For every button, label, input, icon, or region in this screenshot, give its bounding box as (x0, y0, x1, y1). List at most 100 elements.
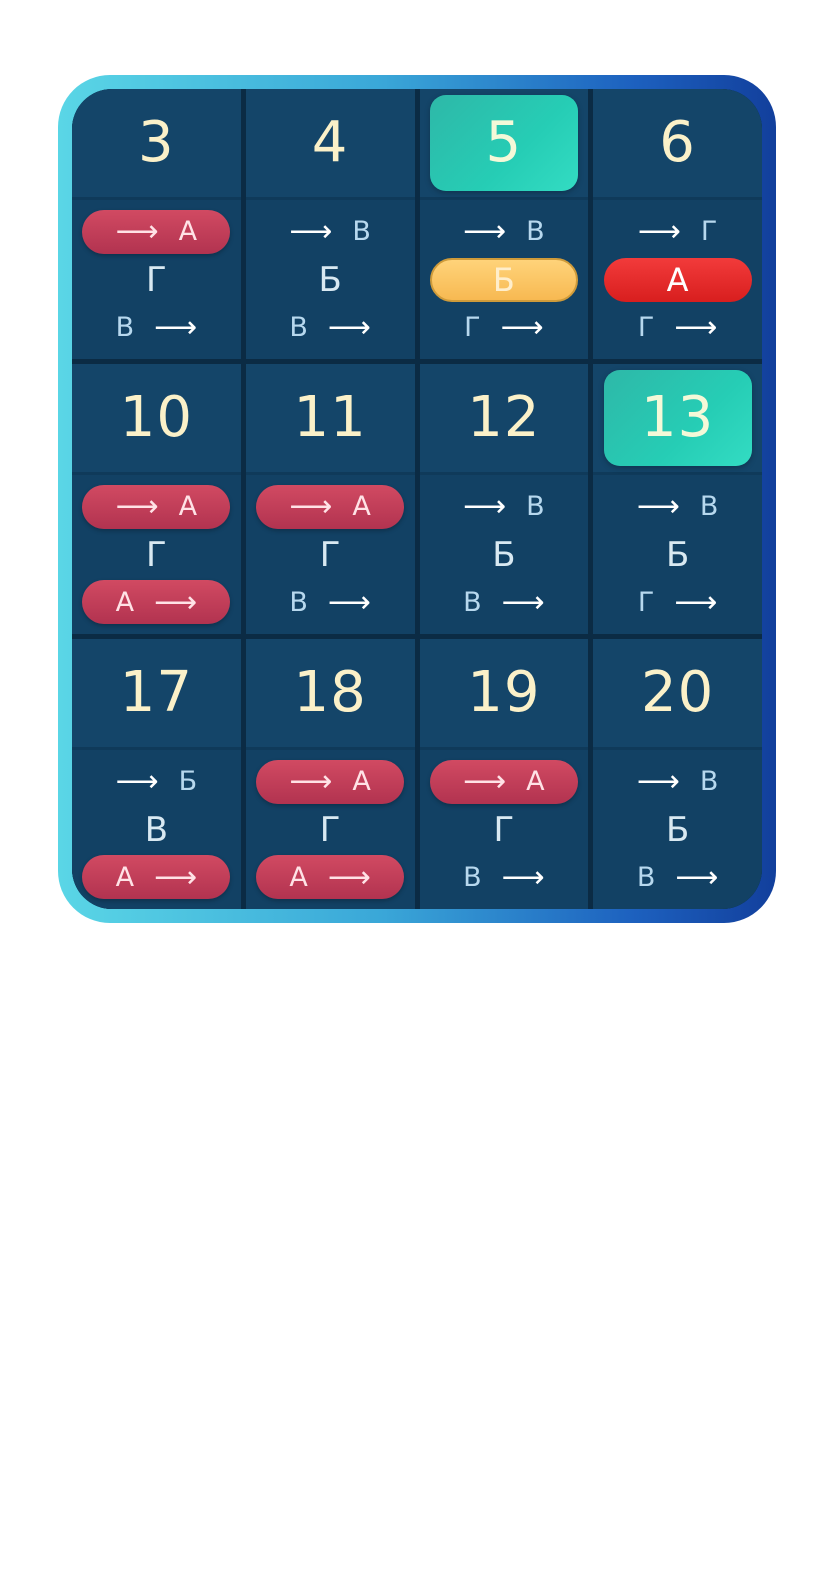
day-number[interactable]: 17 (120, 665, 193, 721)
day-number[interactable]: 12 (467, 390, 540, 446)
shift-letter: Г (319, 534, 341, 575)
day-header: 20 (593, 639, 762, 750)
day-header: 11 (245, 364, 415, 475)
shift-row-bottom[interactable]: А ⟶ (82, 855, 231, 900)
shift-row-middle: Б (604, 533, 752, 577)
calendar-day-cell[interactable]: 12 ⟶ В Б В ⟶ (419, 364, 589, 634)
shift-row-middle[interactable]: А (603, 257, 752, 302)
shift-row-top[interactable]: ⟶ А (82, 209, 231, 254)
right-arrow-icon: ⟶ (289, 764, 333, 800)
shift-row-middle: Б (430, 533, 578, 577)
right-arrow-icon: ⟶ (327, 859, 371, 895)
calendar-frame: 3 ⟶ А Г В ⟶ 4 ⟶ В Б В ⟶ 5 ⟶ В Б Г ⟶ 6 ⟶ Г А Г ⟶ 10 ⟶ А Г А ⟶ 11 ⟶ А Г В ⟶ 12… (58, 75, 776, 923)
shift-row-middle: Г (256, 808, 404, 852)
shift-row-middle[interactable]: Б (429, 257, 578, 302)
calendar-day-cell[interactable]: 11 ⟶ А Г В ⟶ (245, 364, 415, 634)
right-arrow-icon: ⟶ (115, 489, 159, 525)
shift-letter: В (289, 311, 308, 343)
day-number-active[interactable]: 5 (429, 95, 578, 191)
day-header: 4 (245, 89, 415, 200)
shift-row-top[interactable]: ⟶ А (256, 484, 405, 529)
shift-letter: А (352, 766, 371, 798)
shift-letter: А (289, 861, 308, 893)
shift-letter: А (115, 586, 135, 618)
calendar-day-cell[interactable]: 19 ⟶ А Г В ⟶ (419, 639, 589, 909)
right-arrow-icon: ⟶ (463, 489, 507, 525)
day-header: 17 (72, 639, 241, 750)
right-arrow-icon: ⟶ (327, 309, 371, 345)
right-arrow-icon: ⟶ (636, 764, 680, 800)
day-number-active[interactable]: 13 (603, 370, 752, 466)
shift-letter: В (636, 861, 656, 893)
shift-letter: Б (492, 534, 516, 575)
right-arrow-icon: ⟶ (637, 214, 681, 250)
shift-row-middle: Г (430, 808, 578, 852)
day-number[interactable]: 10 (120, 390, 193, 446)
shift-row-bottom[interactable]: А ⟶ (82, 580, 231, 625)
shift-row-top[interactable]: ⟶ А (256, 759, 405, 804)
shift-letter: Б (665, 534, 690, 575)
day-number[interactable]: 6 (659, 115, 696, 171)
shift-letter: В (289, 586, 308, 618)
shift-letter: Б (318, 259, 342, 300)
shift-letter: В (144, 809, 169, 850)
shift-row-top[interactable]: ⟶ А (429, 759, 578, 804)
right-arrow-icon: ⟶ (463, 214, 507, 250)
shift-row-bottom: В ⟶ (82, 305, 230, 349)
day-number[interactable]: 4 (312, 115, 349, 171)
shift-list: ⟶ В Б В ⟶ (245, 200, 415, 359)
day-number[interactable]: 3 (138, 115, 175, 171)
shift-row-bottom: Г ⟶ (604, 580, 752, 624)
shift-row-bottom: В ⟶ (604, 855, 752, 899)
shift-list: ⟶ Г А Г ⟶ (593, 200, 762, 359)
right-arrow-icon: ⟶ (501, 859, 545, 895)
day-header: 5 (419, 89, 589, 200)
shift-list: ⟶ В Б В ⟶ (419, 475, 589, 634)
shift-letter: Г (464, 311, 481, 343)
shift-letter: Б (665, 809, 690, 850)
shift-letter: Г (319, 809, 341, 850)
shift-list: ⟶ В Б Г ⟶ (419, 200, 589, 359)
shift-list: ⟶ Б В А ⟶ (72, 750, 241, 909)
day-number[interactable]: 11 (293, 390, 366, 446)
shift-row-top: ⟶ Г (604, 210, 752, 254)
calendar-day-cell[interactable]: 5 ⟶ В Б Г ⟶ (419, 89, 589, 359)
shift-row-bottom: В ⟶ (256, 580, 404, 624)
shift-list: ⟶ А Г В ⟶ (72, 200, 241, 359)
shift-row-bottom[interactable]: А ⟶ (256, 855, 405, 900)
shift-row-top[interactable]: ⟶ А (82, 484, 231, 529)
right-arrow-icon: ⟶ (289, 489, 333, 525)
shift-list: ⟶ А Г В ⟶ (419, 750, 589, 909)
shift-letter: А (526, 766, 545, 798)
right-arrow-icon: ⟶ (289, 214, 333, 250)
calendar-day-cell[interactable]: 3 ⟶ А Г В ⟶ (72, 89, 241, 359)
day-number[interactable]: 18 (293, 665, 366, 721)
day-number[interactable]: 19 (467, 665, 540, 721)
day-number[interactable]: 20 (641, 665, 714, 721)
calendar-day-cell[interactable]: 20 ⟶ В Б В ⟶ (593, 639, 762, 909)
right-arrow-icon: ⟶ (115, 214, 159, 250)
calendar-day-cell[interactable]: 4 ⟶ В Б В ⟶ (245, 89, 415, 359)
calendar-day-cell[interactable]: 10 ⟶ А Г А ⟶ (72, 364, 241, 634)
calendar-day-cell[interactable]: 17 ⟶ Б В А ⟶ (72, 639, 241, 909)
shift-row-middle: Б (604, 808, 752, 852)
calendar-day-cell[interactable]: 6 ⟶ Г А Г ⟶ (593, 89, 762, 359)
shift-row-bottom: Г ⟶ (604, 305, 752, 349)
shift-letter: Г (700, 216, 718, 248)
day-header: 10 (72, 364, 241, 475)
right-arrow-icon: ⟶ (675, 859, 719, 895)
shift-list: ⟶ А Г А ⟶ (245, 750, 415, 909)
day-header: 19 (419, 639, 589, 750)
day-header: 13 (593, 364, 762, 475)
shift-row-top: ⟶ В (604, 485, 752, 529)
right-arrow-icon: ⟶ (327, 584, 371, 620)
shift-row-middle: Б (256, 258, 404, 302)
shift-letter: В (526, 491, 545, 523)
right-arrow-icon: ⟶ (674, 309, 718, 345)
calendar-day-cell[interactable]: 13 ⟶ В Б Г ⟶ (593, 364, 762, 634)
shift-letter: Г (637, 311, 655, 343)
shift-list: ⟶ А Г В ⟶ (245, 475, 415, 634)
calendar-day-cell[interactable]: 18 ⟶ А Г А ⟶ (245, 639, 415, 909)
shift-letter: В (699, 766, 719, 798)
right-arrow-icon: ⟶ (500, 309, 544, 345)
